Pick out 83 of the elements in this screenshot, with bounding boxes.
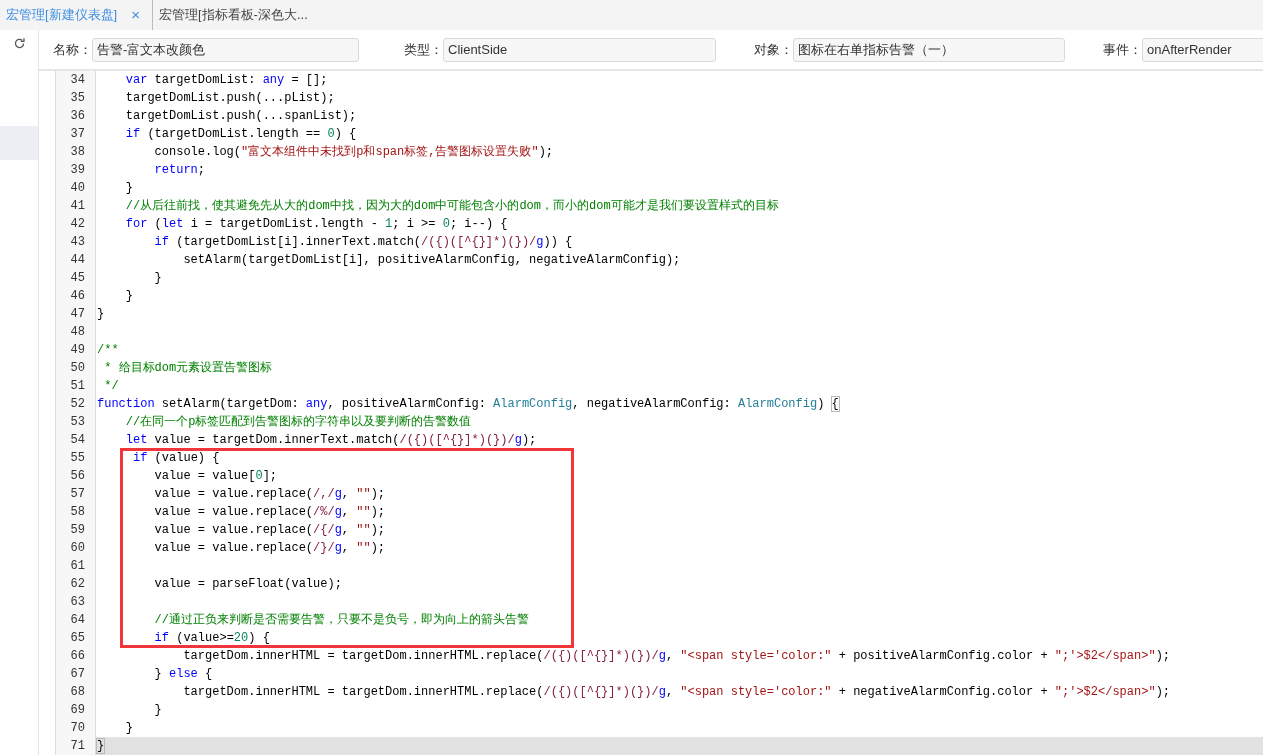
code-line: value = parseFloat(value);	[153, 577, 342, 591]
code-line: }	[97, 307, 105, 321]
tab[interactable]: 宏管理[指标看板-深色大...	[159, 5, 308, 25]
line-number: 50	[70, 361, 85, 375]
line-number: 36	[70, 109, 85, 123]
code-line: //通过正负来判断是否需要告警，只要不是负号，即为向上的箭头告警	[153, 613, 529, 627]
code-line: /**	[97, 343, 119, 357]
code-line: //从后往前找，使其避免先从大的dom中找，因为大的dom中可能包含小的dom，而小的dom可能才是我们要设置样式的目标	[124, 199, 779, 213]
input-field[interactable]: 图标在右单指标告警（一）	[793, 37, 1065, 62]
line-number: 49	[70, 343, 85, 357]
code-line: for (let i = targetDomList.length - 1; i >= 0; i--) {	[124, 217, 508, 231]
line-number: 48	[70, 325, 85, 339]
code-line: var targetDomList: any = [];	[124, 73, 328, 87]
input-field[interactable]: onAfterRender	[1142, 37, 1263, 62]
field-label: 类型：	[404, 40, 443, 59]
line-number: 60	[70, 541, 85, 555]
code-line: }	[153, 271, 162, 285]
line-number: 65	[70, 631, 85, 645]
input-field[interactable]: 告警-富文本改颜色	[92, 37, 359, 62]
code-line: targetDom.innerHTML = targetDom.innerHTML.replace(/({)([^{}]*)(})/g, "<span style='color:" + positiveAlarmConfig.color + ";'>$2</span>");	[182, 649, 1171, 663]
line-number: 66	[70, 649, 85, 663]
code-line: //在同一个p标签匹配到告警图标的字符串以及要判断的告警数值	[124, 415, 472, 429]
code-line: targetDomList.push(...spanList);	[124, 109, 357, 123]
line-number: 71	[70, 739, 85, 753]
line-number: 63	[70, 595, 85, 609]
code-line: function setAlarm(targetDom: any, positiveAlarmConfig: AlarmConfig, negativeAlarmConfig: AlarmConfig) {	[97, 397, 839, 411]
code-line: let value = targetDom.innerText.match(/({)([^{}]*)(})/g);	[124, 433, 537, 447]
line-number: 41	[70, 199, 85, 213]
code-line: return;	[153, 163, 206, 177]
line-number: 55	[70, 451, 85, 465]
line-number: 47	[70, 307, 85, 321]
line-number: 68	[70, 685, 85, 699]
code-line: targetDom.innerHTML = targetDom.innerHTML.replace(/({)([^{}]*)(})/g, "<span style='color:" + negativeAlarmConfig.color + ";'>$2</span>");	[182, 685, 1171, 699]
code-line: if (value) {	[132, 451, 220, 465]
code-line: value = value.replace(/{/g, "");	[153, 523, 386, 537]
line-number: 69	[70, 703, 85, 717]
line-number: 67	[70, 667, 85, 681]
line-number: 61	[70, 559, 85, 573]
line-number: 39	[70, 163, 85, 177]
code-line: }	[124, 289, 133, 303]
code-line: } else {	[153, 667, 213, 681]
code-line: }	[124, 181, 133, 195]
code-line: if (targetDomList.length == 0) {	[124, 127, 357, 141]
line-number: 46	[70, 289, 85, 303]
code-line: targetDomList.push(...pList);	[124, 91, 335, 105]
line-number: 45	[70, 271, 85, 285]
code-line: value = value.replace(/,/g, "");	[153, 487, 386, 501]
input-field[interactable]: ClientSide	[443, 37, 716, 62]
line-number: 40	[70, 181, 85, 195]
code-line: value = value.replace(/}/g, "");	[153, 541, 386, 555]
line-number: 38	[70, 145, 85, 159]
code-line: value = value.replace(/%/g, "");	[153, 505, 386, 519]
line-number: 56	[70, 469, 85, 483]
line-number: 44	[70, 253, 85, 267]
code-line: }	[97, 739, 105, 753]
code-line: console.log("富文本组件中未找到p和span标签,告警图标设置失败");	[153, 145, 554, 159]
code-line: value = value[0];	[153, 469, 278, 483]
line-number: 51	[70, 379, 85, 393]
line-number: 64	[70, 613, 85, 627]
line-number: 35	[70, 91, 85, 105]
line-number: 42	[70, 217, 85, 231]
field-label: 名称：	[53, 40, 92, 59]
code-line: if (value>=20) {	[153, 631, 270, 645]
line-number: 54	[70, 433, 85, 447]
code-line: * 给目标dom元素设置告警图标	[103, 361, 273, 375]
line-number: 53	[70, 415, 85, 429]
code-line: setAlarm(targetDomList[i], positiveAlarmConfig, negativeAlarmConfig);	[182, 253, 681, 267]
field-label: 对象：	[754, 40, 793, 59]
line-number: 52	[70, 397, 85, 411]
refresh-icon[interactable]	[12, 36, 26, 50]
code-line: }	[153, 703, 162, 717]
line-number: 34	[70, 73, 85, 87]
code-line: */	[103, 379, 119, 393]
line-number: 37	[70, 127, 85, 141]
line-number: 70	[70, 721, 85, 735]
line-number: 59	[70, 523, 85, 537]
field-label: 事件：	[1103, 40, 1142, 59]
code-line: if (targetDomList[i].innerText.match(/({)([^{}]*)(})/g)) {	[153, 235, 573, 249]
code-line: }	[124, 721, 133, 735]
line-number: 43	[70, 235, 85, 249]
line-number: 58	[70, 505, 85, 519]
line-number: 62	[70, 577, 85, 591]
line-number: 57	[70, 487, 85, 501]
